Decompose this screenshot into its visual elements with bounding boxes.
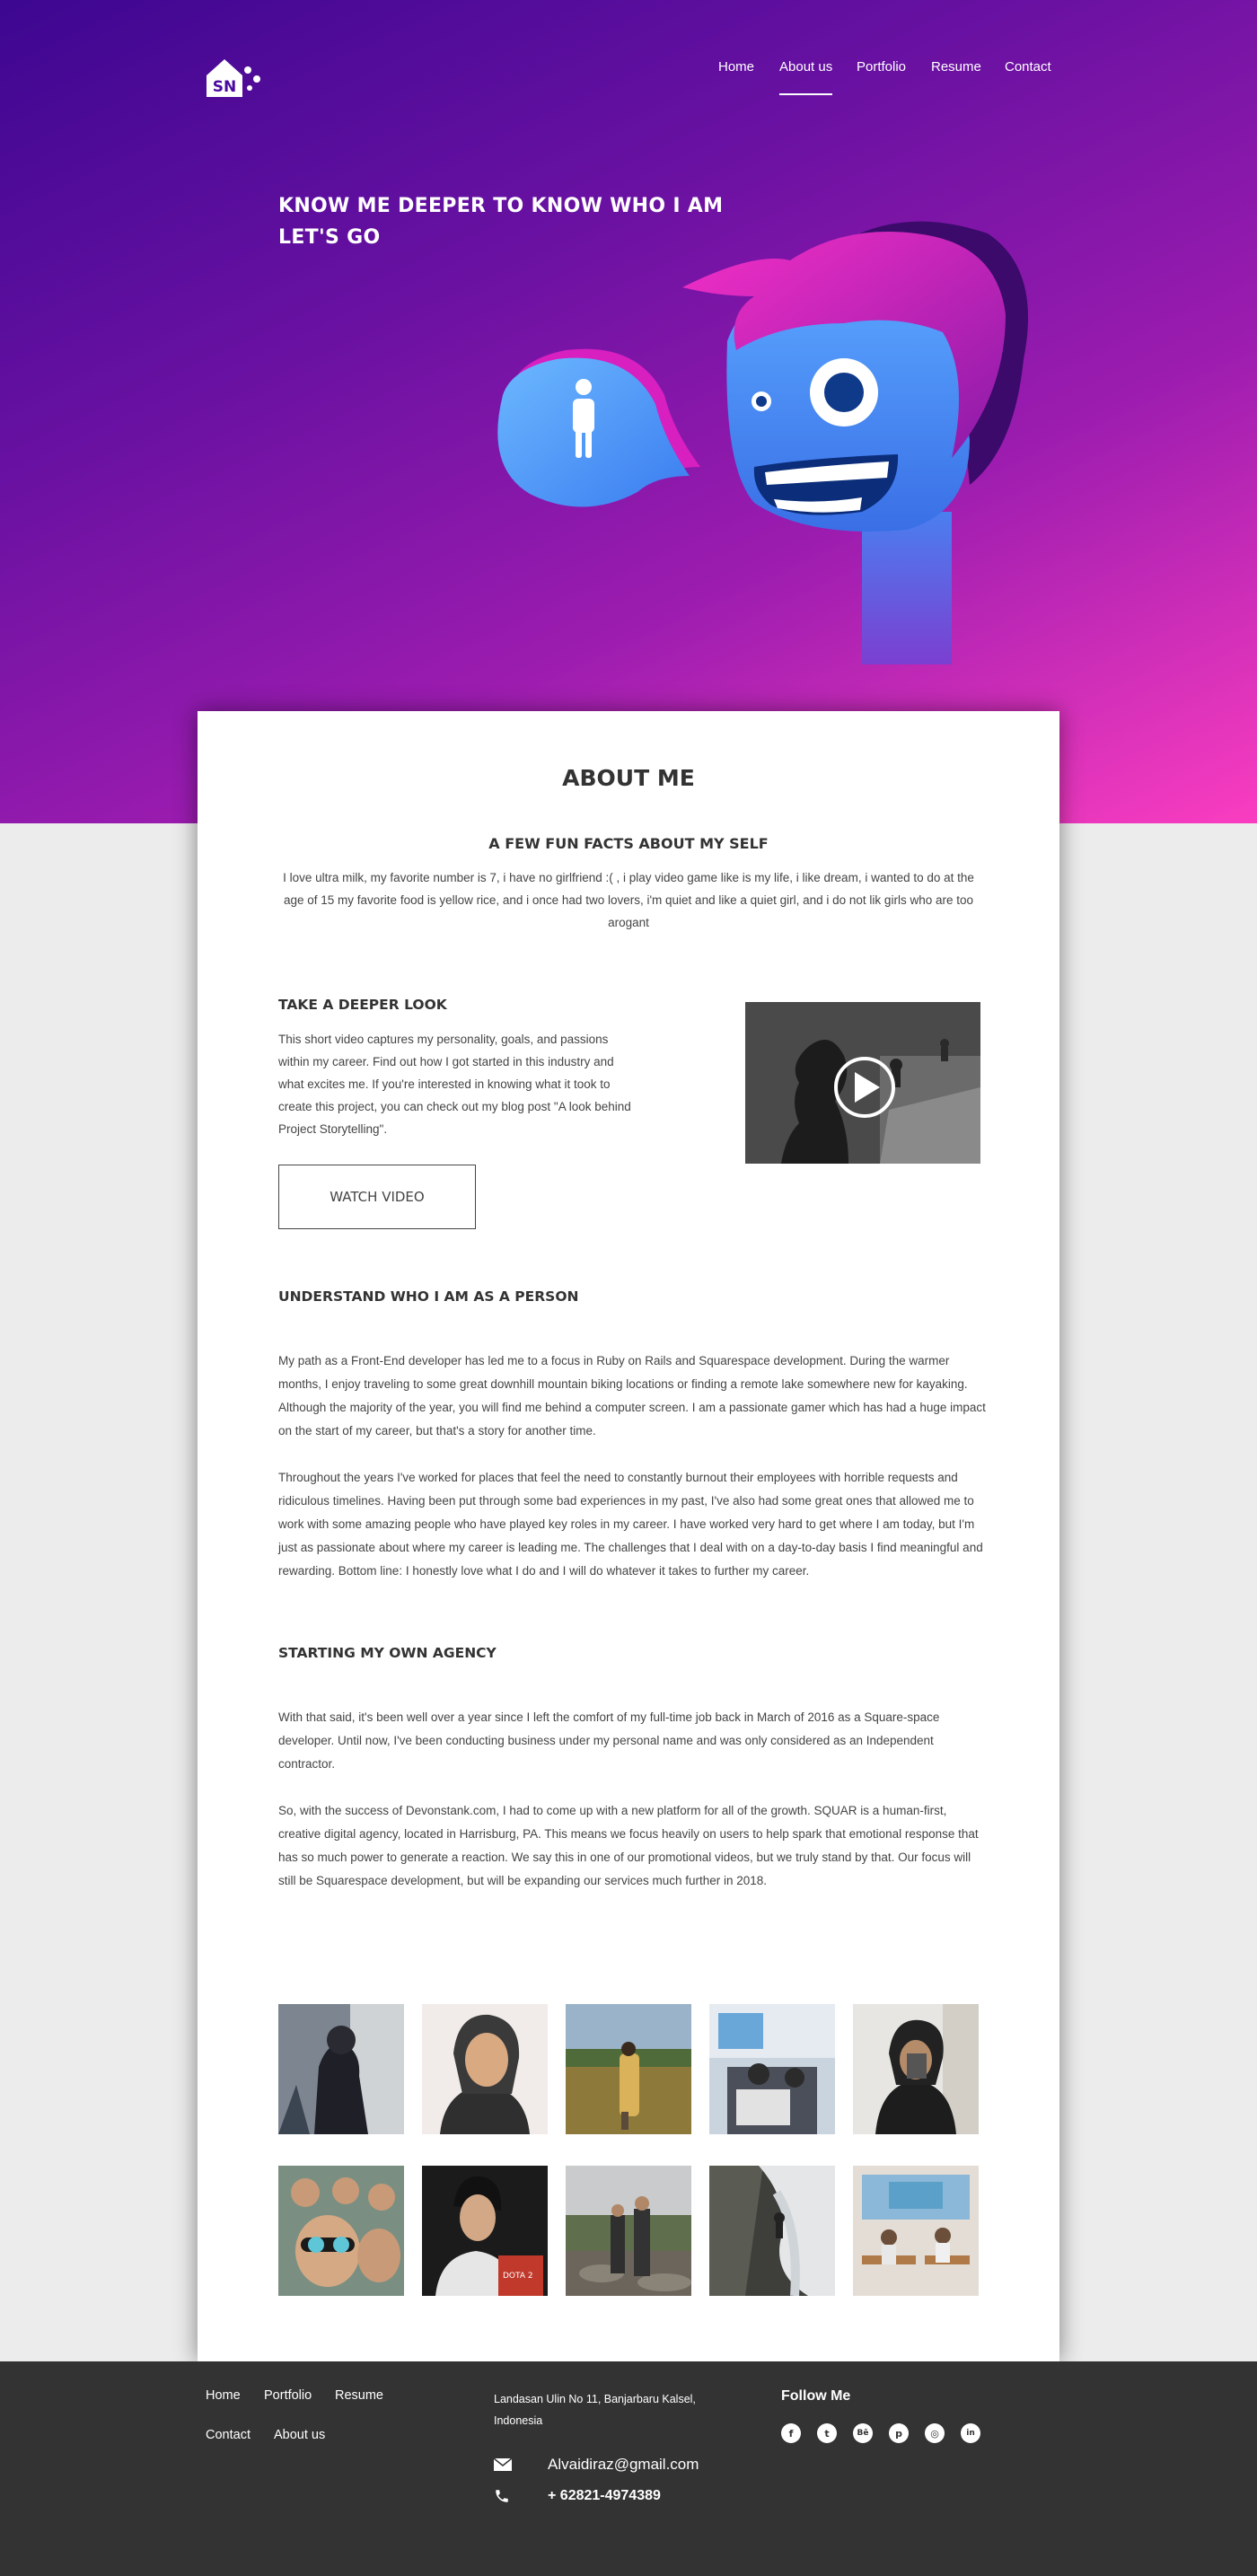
nav-home[interactable]: Home: [718, 59, 754, 75]
footer: Home Portfolio Resume Contact About us L…: [0, 2361, 1257, 2576]
gallery-photo[interactable]: DOTA 2: [422, 2166, 548, 2296]
footer-email[interactable]: Alvaidiraz@gmail.com: [548, 2456, 699, 2474]
pinterest-icon[interactable]: p: [889, 2423, 909, 2443]
gallery-photo[interactable]: [422, 2004, 548, 2134]
follow-me-title: Follow Me: [781, 2388, 851, 2404]
about-card: ABOUT ME A FEW FUN FACTS ABOUT MY SELF I…: [198, 711, 1059, 2361]
person-paragraph-2: Throughout the years I've worked for pla…: [278, 1471, 983, 1578]
watch-video-button[interactable]: WATCH VIDEO: [278, 1165, 476, 1229]
gallery-photo[interactable]: [566, 2004, 691, 2134]
gallery-photo[interactable]: [853, 2166, 979, 2296]
facts-title: A FEW FUN FACTS ABOUT MY SELF: [488, 835, 769, 852]
svg-text:DOTA 2: DOTA 2: [503, 2272, 533, 2281]
nav-portfolio[interactable]: Portfolio: [857, 59, 906, 75]
linkedin-icon[interactable]: in: [961, 2423, 980, 2443]
gallery-photo[interactable]: [278, 2004, 404, 2134]
behance-icon[interactable]: Bē: [853, 2423, 873, 2443]
gallery-photo[interactable]: [566, 2166, 691, 2296]
gallery-photo[interactable]: [709, 2166, 835, 2296]
facebook-icon[interactable]: f: [781, 2423, 801, 2443]
hero-section: SN Home About us Portfolio Resume Contac…: [0, 0, 1257, 823]
gallery-photo[interactable]: [709, 2004, 835, 2134]
logo-text: SN: [213, 78, 236, 96]
footer-phone[interactable]: + 62821-4974389: [548, 2488, 661, 2504]
character-illustration: [497, 221, 1028, 664]
footer-address: Landasan Ulin No 11, Banjarbaru Kalsel, …: [494, 2393, 696, 2427]
mail-icon: [494, 2458, 512, 2471]
home-logo-icon[interactable]: SN: [205, 56, 262, 101]
about-title: ABOUT ME: [562, 765, 695, 791]
footer-link-home[interactable]: Home: [206, 2388, 241, 2403]
person-title: UNDERSTAND WHO I AM AS A PERSON: [278, 1288, 579, 1305]
agency-title: STARTING MY OWN AGENCY: [278, 1645, 497, 1661]
nav-resume[interactable]: Resume: [931, 59, 981, 75]
twitter-icon[interactable]: t: [817, 2423, 837, 2443]
agency-paragraph-2: So, with the success of Devonstank.com, …: [278, 1804, 979, 1887]
nav-contact[interactable]: Contact: [1005, 59, 1051, 75]
nav-about-us[interactable]: About us: [779, 59, 833, 95]
footer-link-contact[interactable]: Contact: [206, 2428, 251, 2442]
phone-icon: [496, 2490, 508, 2502]
footer-link-about-us[interactable]: About us: [274, 2428, 325, 2442]
deeper-title: TAKE A DEEPER LOOK: [278, 997, 447, 1013]
gallery-photo[interactable]: [853, 2004, 979, 2134]
gallery-photo[interactable]: [278, 2166, 404, 2296]
instagram-icon[interactable]: ◎: [925, 2423, 945, 2443]
footer-link-portfolio[interactable]: Portfolio: [264, 2388, 312, 2403]
video-thumbnail[interactable]: [745, 1002, 980, 1164]
facts-text: I love ultra milk, my favorite number is…: [283, 871, 974, 929]
agency-paragraph-1: With that said, it's been well over a ye…: [278, 1710, 940, 1771]
footer-link-resume[interactable]: Resume: [335, 2388, 383, 2403]
deeper-text: This short video captures my personality…: [278, 1033, 631, 1136]
person-paragraph-1: My path as a Front-End developer has led…: [278, 1354, 986, 1437]
